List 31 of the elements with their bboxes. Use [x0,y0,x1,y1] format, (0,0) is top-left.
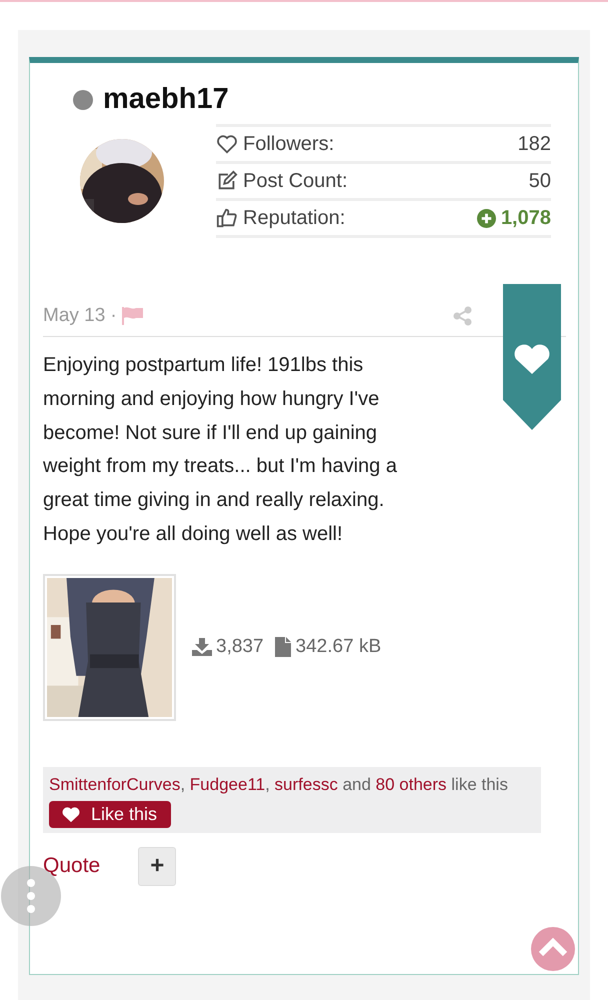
quote-link[interactable]: Quote [43,854,100,878]
user-link[interactable]: Fudgee11 [190,774,266,794]
username[interactable]: maebh17 [103,83,229,116]
thumbs-up-icon [216,207,238,229]
flag-icon[interactable] [122,307,144,325]
likes-text: SmittenforCurves, Fudgee11, surfessc and 80 others like this [49,774,509,796]
stat-value: 182 [518,132,551,156]
post-text: Enjoying postpartum life! 191lbs this morning and enjoying how hungry I've become! Not sure if I'll end up gaining weight from my treats... but I'm having a great time giving in and really relaxing. Hope you're all doing well as well! [43,353,398,547]
post-date: May 13 [43,305,106,327]
user-link[interactable]: surfessc [274,774,338,794]
stat-label: Post Count: [243,170,348,192]
edit-icon [216,170,238,192]
like-button[interactable]: Like this [49,800,172,828]
download-icon [192,638,212,656]
separator: · [110,305,117,327]
stat-label: Followers: [243,132,334,156]
scroll-top-button[interactable] [531,927,575,971]
others-link[interactable]: 80 others [376,774,447,794]
heart-icon [216,133,238,155]
user-link[interactable]: SmittenforCurves [49,774,180,794]
stat-label: Reputation: [243,206,346,230]
download-count: 3,837 [216,636,264,658]
stat-value: 50 [528,170,551,192]
share-icon[interactable] [453,306,473,326]
file-icon [274,637,291,658]
heart-icon [61,805,81,824]
stat-value: 1,078 [500,206,551,230]
bookmark-ribbon[interactable] [503,284,561,430]
file-size: 342.67 kB [296,636,382,658]
plus-circle-icon [476,208,496,228]
more-button[interactable]: + [138,846,176,886]
